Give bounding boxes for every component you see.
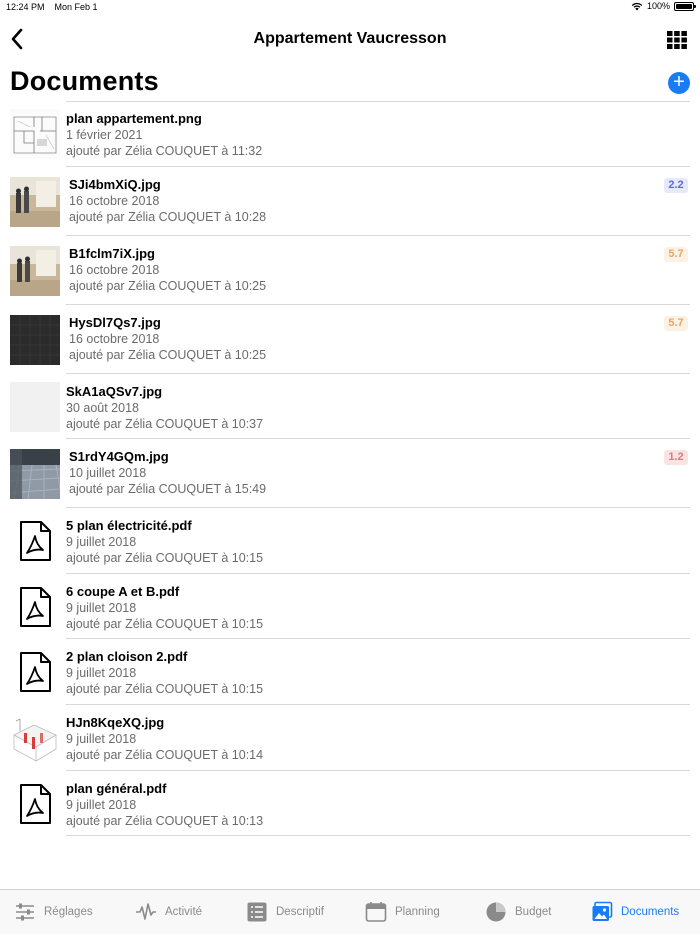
document-author: ajouté par Zélia COUQUET à 10:15 bbox=[66, 551, 264, 566]
tab-reglages[interactable]: Réglages bbox=[14, 890, 93, 934]
tab-budget[interactable]: Budget bbox=[485, 890, 551, 934]
tab-label: Activité bbox=[165, 906, 203, 918]
document-author: ajouté par Zélia COUQUET à 10:25 bbox=[69, 278, 267, 293]
document-name: B1fclm7iX.jpg bbox=[69, 245, 155, 261]
pdf-file-icon bbox=[10, 779, 60, 829]
document-author: ajouté par Zélia COUQUET à 10:37 bbox=[66, 416, 264, 431]
document-date: 1 février 2021 bbox=[66, 128, 143, 142]
pdf-file-icon bbox=[10, 516, 60, 566]
document-date: 30 août 2018 bbox=[66, 400, 139, 415]
document-name: HysDl7Qs7.jpg bbox=[69, 314, 161, 330]
pie-chart-icon bbox=[486, 902, 506, 922]
document-author: ajouté par Zélia COUQUET à 10:28 bbox=[69, 209, 267, 224]
document-row[interactable]: 5 plan électricité.pdf 9 juillet 2018 aj… bbox=[0, 508, 700, 574]
document-row[interactable]: S1rdY4GQm.jpg 10 juillet 2018 ajouté par… bbox=[0, 439, 700, 509]
document-name: SkA1aQSv7.jpg bbox=[66, 383, 163, 399]
pdf-file-icon bbox=[10, 582, 60, 632]
document-author: ajouté par Zélia COUQUET à 15:49 bbox=[69, 482, 267, 497]
document-name: plan appartement.png bbox=[66, 111, 202, 126]
document-row[interactable]: 6 coupe A et B.pdf 9 juillet 2018 ajouté… bbox=[0, 574, 700, 640]
tab-planning[interactable]: Planning bbox=[365, 890, 440, 934]
rating-badge: 5.7 bbox=[664, 315, 688, 331]
documents-header: Documents + bbox=[10, 66, 690, 100]
document-date: 10 juillet 2018 bbox=[69, 466, 147, 481]
list-icon bbox=[247, 902, 267, 922]
document-author: ajouté par Zélia COUQUET à 10:15 bbox=[66, 616, 264, 631]
pdf-file-icon bbox=[10, 647, 60, 697]
document-date: 16 octobre 2018 bbox=[69, 262, 160, 277]
rating-badge: 1.2 bbox=[664, 450, 688, 466]
document-date: 9 juillet 2018 bbox=[66, 535, 137, 550]
wifi-icon bbox=[631, 2, 643, 10]
document-name: HJn8KqeXQ.jpg bbox=[66, 714, 165, 730]
document-name: SJi4bmXiQ.jpg bbox=[69, 176, 161, 192]
tab-label: Documents bbox=[621, 906, 680, 918]
document-row[interactable]: HJn8KqeXQ.jpg 9 juillet 2018 ajouté par … bbox=[0, 705, 700, 771]
document-name: 5 plan électricité.pdf bbox=[66, 518, 192, 534]
documents-icon bbox=[592, 901, 613, 921]
room-photo-thumbnail bbox=[10, 245, 60, 296]
document-row[interactable]: plan appartement.png 1 février 2021 ajou… bbox=[0, 101, 700, 167]
status-date: Mon Feb 1 bbox=[54, 2, 98, 12]
nav-title: Appartement Vaucresson bbox=[253, 30, 447, 47]
tab-label: Budget bbox=[515, 906, 552, 918]
blank-image-thumbnail bbox=[10, 381, 60, 432]
document-date: 16 octobre 2018 bbox=[69, 193, 160, 208]
tab-label: Descriptif bbox=[276, 906, 324, 918]
document-name: plan général.pdf bbox=[66, 780, 167, 796]
document-name: 6 coupe A et B.pdf bbox=[66, 583, 180, 599]
status-time: 12:24 PM bbox=[6, 2, 45, 12]
document-row[interactable]: SkA1aQSv7.jpg 30 août 2018 ajouté par Zé… bbox=[0, 374, 700, 440]
tab-activite[interactable]: Activité bbox=[135, 890, 202, 934]
document-list: plan appartement.png 1 février 2021 ajou… bbox=[0, 101, 700, 836]
document-row[interactable]: 2 plan cloison 2.pdf 9 juillet 2018 ajou… bbox=[0, 639, 700, 705]
page-title: Documents bbox=[10, 66, 159, 96]
document-row[interactable]: HysDl7Qs7.jpg 16 octobre 2018 ajouté par… bbox=[0, 305, 700, 374]
document-date: 9 juillet 2018 bbox=[66, 797, 137, 812]
battery-icon bbox=[674, 1, 696, 11]
tab-descriptif[interactable]: Descriptif bbox=[246, 890, 324, 934]
document-author: ajouté par Zélia COUQUET à 10:25 bbox=[69, 347, 267, 362]
calendar-icon bbox=[365, 902, 387, 922]
dark-photo-thumbnail bbox=[10, 314, 60, 365]
document-author: ajouté par Zélia COUQUET à 11:32 bbox=[66, 144, 263, 158]
document-name: S1rdY4GQm.jpg bbox=[69, 449, 169, 465]
document-date: 16 octobre 2018 bbox=[69, 331, 160, 346]
tab-label: Réglages bbox=[44, 906, 93, 918]
battery-percent: 100% bbox=[646, 1, 670, 11]
document-date: 9 juillet 2018 bbox=[66, 731, 137, 746]
navigation-bar: Appartement Vaucresson bbox=[0, 18, 700, 62]
document-author: ajouté par Zélia COUQUET à 10:13 bbox=[66, 813, 264, 828]
grid-view-icon[interactable] bbox=[666, 30, 688, 50]
3d-plan-thumbnail bbox=[10, 712, 60, 763]
document-row[interactable]: SJi4bmXiQ.jpg 16 octobre 2018 ajouté par… bbox=[0, 167, 700, 236]
document-row[interactable]: B1fclm7iX.jpg 16 octobre 2018 ajouté par… bbox=[0, 236, 700, 305]
sliders-icon bbox=[16, 903, 34, 921]
tab-bar: Réglages Activité Descriptif Planning Bu… bbox=[0, 889, 700, 934]
document-row[interactable]: plan général.pdf 9 juillet 2018 ajouté p… bbox=[0, 771, 700, 837]
document-name: 2 plan cloison 2.pdf bbox=[66, 649, 188, 665]
room-photo-thumbnail bbox=[10, 176, 60, 227]
rating-badge: 2.2 bbox=[664, 177, 688, 193]
document-author: ajouté par Zélia COUQUET à 10:14 bbox=[66, 747, 264, 762]
plan-sketch-thumbnail bbox=[10, 109, 60, 159]
document-author: ajouté par Zélia COUQUET à 10:15 bbox=[66, 682, 264, 697]
floor-photo-thumbnail bbox=[10, 449, 60, 500]
rating-badge: 5.7 bbox=[664, 246, 688, 262]
document-date: 9 juillet 2018 bbox=[66, 600, 137, 615]
document-date: 9 juillet 2018 bbox=[66, 666, 137, 681]
add-document-button[interactable]: + bbox=[668, 72, 690, 94]
tab-label: Planning bbox=[395, 906, 440, 918]
status-bar: 12:24 PM Mon Feb 1 100% bbox=[0, 0, 700, 14]
activity-icon bbox=[136, 903, 156, 920]
tab-documents[interactable]: Documents bbox=[591, 890, 679, 934]
